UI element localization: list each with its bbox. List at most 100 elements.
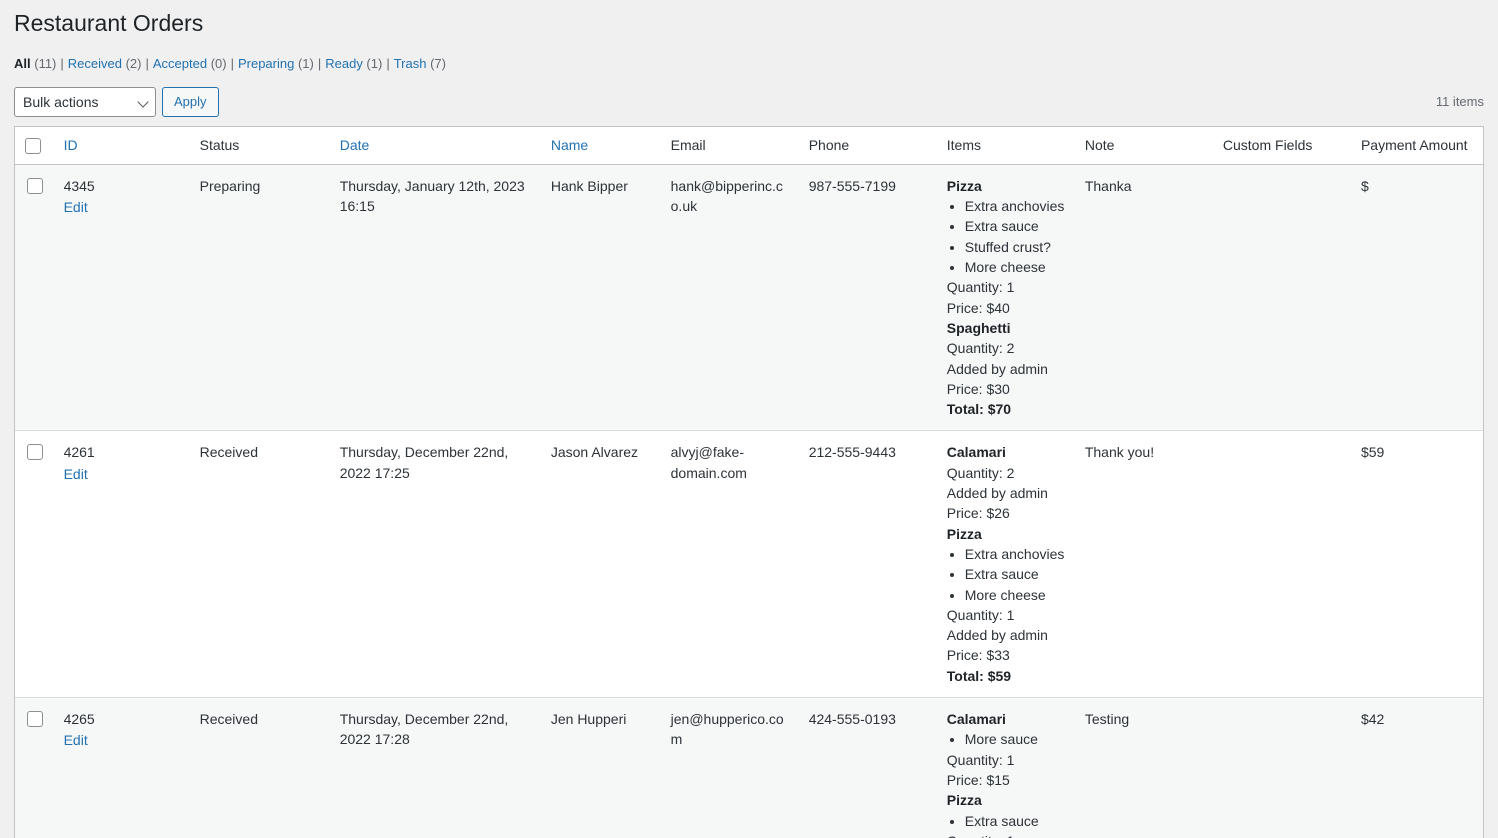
- item-option: Extra anchovies: [965, 196, 1065, 216]
- status-filter-ready: Ready (1) |: [325, 51, 393, 77]
- table-nav-top: Bulk actions Apply 11 items: [14, 86, 1484, 118]
- item-name: Calamari: [946, 444, 1006, 461]
- status-filter-accepted: Accepted (0) |: [153, 51, 238, 77]
- status-filter-link-all[interactable]: All: [14, 56, 31, 71]
- cell-date: Thursday, December 22nd, 2022 17:28: [329, 697, 541, 838]
- item-option: More cheese: [965, 257, 1065, 277]
- item-name: Pizza: [946, 525, 982, 542]
- column-header-note: Note: [1074, 127, 1213, 165]
- cell-custom-fields: [1212, 697, 1351, 838]
- status-filter-link-accepted[interactable]: Accepted: [153, 56, 207, 71]
- cell-status: Preparing: [189, 164, 330, 431]
- row-actions: Edit: [64, 730, 180, 750]
- cell-phone: 987-555-7199: [798, 164, 937, 431]
- item-options: Extra anchoviesExtra sauceStuffed crust?…: [947, 196, 1065, 277]
- status-filter-link-trash[interactable]: Trash: [394, 56, 427, 71]
- status-filter-link-ready[interactable]: Ready: [325, 56, 363, 71]
- cell-custom-fields: [1212, 430, 1351, 697]
- status-filter-separator: |: [317, 55, 322, 71]
- cell-phone: 212-555-9443: [798, 430, 937, 697]
- sort-link-date[interactable]: Date: [340, 137, 370, 153]
- table-head: ID Status Date Name Email Phone Items No…: [15, 127, 1483, 165]
- item-detail-line: Price: $30: [946, 380, 1010, 397]
- row-select-checkbox[interactable]: [27, 177, 43, 194]
- item-options: More sauce: [947, 729, 1065, 749]
- cell-note: Thank you!: [1074, 430, 1213, 697]
- column-header-payment-amount: Payment Amount: [1350, 127, 1483, 165]
- displaying-num: 11 items: [1435, 94, 1484, 110]
- cell-items: Pizza Extra anchoviesExtra sauceStuffed c…: [936, 164, 1075, 431]
- sort-link-name[interactable]: Name: [551, 137, 588, 153]
- row-select-checkbox[interactable]: [27, 444, 43, 461]
- item-name: Calamari: [946, 711, 1006, 728]
- item-options: Extra anchoviesExtra sauceMore cheese: [947, 544, 1065, 605]
- status-filter-separator: |: [145, 55, 149, 71]
- item-detail-line: Price: $26: [946, 505, 1010, 522]
- status-filter-link-received[interactable]: Received: [68, 56, 122, 71]
- cell-items: CalamariMore sauce Quantity: 1 Price: $15 P…: [936, 697, 1075, 838]
- cell-name: Hank Bipper: [540, 164, 661, 431]
- cell-id: 4265 Edit: [53, 697, 190, 838]
- status-filter-separator: |: [230, 55, 234, 71]
- item-name: Pizza: [946, 792, 982, 809]
- item-detail-line: Quantity: 2: [946, 340, 1015, 357]
- status-filter-count: (7): [426, 55, 446, 71]
- cell-status: Received: [189, 697, 330, 838]
- cell-email: jen@hupperico.com: [660, 697, 799, 838]
- edit-link[interactable]: Edit: [64, 732, 88, 748]
- row-select-cell: [15, 430, 54, 697]
- cell-custom-fields: [1212, 164, 1351, 431]
- status-filter-all: All (11) |: [14, 51, 68, 77]
- column-header-status: Status: [189, 127, 330, 165]
- cell-date: Thursday, December 22nd, 2022 17:25: [329, 430, 541, 697]
- row-select-cell: [15, 164, 54, 431]
- cell-items: Calamari Quantity: 2 Added by admin Price: …: [936, 430, 1075, 697]
- order-id: 4345: [63, 177, 95, 194]
- table-header-row: ID Status Date Name Email Phone Items No…: [15, 127, 1483, 165]
- apply-button[interactable]: Apply: [162, 86, 219, 117]
- order-id: 4261: [63, 444, 95, 461]
- item-option: Extra anchovies: [965, 544, 1065, 564]
- items-total: Total: $70: [946, 401, 1012, 418]
- cell-note: Testing: [1074, 697, 1213, 838]
- item-option: Extra sauce: [965, 811, 1065, 831]
- row-select-checkbox[interactable]: [27, 711, 43, 728]
- bulk-actions-select[interactable]: Bulk actions: [14, 86, 156, 117]
- page-title: Restaurant Orders: [14, 10, 204, 36]
- column-header-name: Name: [540, 127, 661, 165]
- item-option: Extra sauce: [965, 216, 1065, 236]
- item-detail-line: Added by admin: [946, 360, 1048, 377]
- cell-id: 4345 Edit: [53, 164, 190, 431]
- status-filter-count: (1): [362, 55, 383, 71]
- sort-link-id[interactable]: ID: [64, 137, 78, 153]
- cell-email: hank@bipperinc.co.uk: [660, 164, 799, 431]
- cell-note: Thanka: [1074, 164, 1213, 431]
- status-filter-count: (1): [294, 55, 314, 71]
- admin-page-wrap: Restaurant Orders All (11) | Received (2) |…: [0, 0, 1498, 838]
- select-all-header: [15, 127, 54, 165]
- cell-name: Jen Hupperi: [540, 697, 661, 838]
- item-detail-line: Quantity: 1: [946, 606, 1015, 623]
- status-filter-link-preparing[interactable]: Preparing: [238, 56, 294, 71]
- select-all-checkbox[interactable]: [25, 138, 41, 155]
- edit-link[interactable]: Edit: [64, 466, 88, 482]
- cell-phone: 424-555-0193: [798, 697, 937, 838]
- cell-id: 4261 Edit: [53, 430, 190, 697]
- item-detail-line: Price: $40: [946, 299, 1010, 316]
- table-row: 4265 Edit Received Thursday, December 22nd,…: [15, 697, 1483, 838]
- status-filter-separator: |: [60, 55, 64, 71]
- status-filter-count: (2): [121, 55, 142, 71]
- items-total: Total: $59: [946, 667, 1012, 684]
- edit-link[interactable]: Edit: [64, 199, 88, 215]
- bulk-actions-select-wrap: Bulk actions: [14, 86, 156, 117]
- item-detail-line: Added by admin: [946, 627, 1048, 644]
- cell-payment-amount: $59: [1350, 430, 1483, 697]
- item-detail-line: Price: $33: [946, 647, 1010, 664]
- status-filter-received: Received (2) |: [68, 51, 153, 77]
- item-option: More sauce: [965, 729, 1065, 749]
- cell-payment-amount: $42: [1350, 697, 1483, 838]
- item-option: More cheese: [965, 585, 1065, 605]
- item-detail-line: Added by admin: [946, 485, 1048, 502]
- status-filter-trash: Trash (7): [394, 51, 446, 77]
- bulk-actions-group: Bulk actions Apply: [14, 86, 219, 117]
